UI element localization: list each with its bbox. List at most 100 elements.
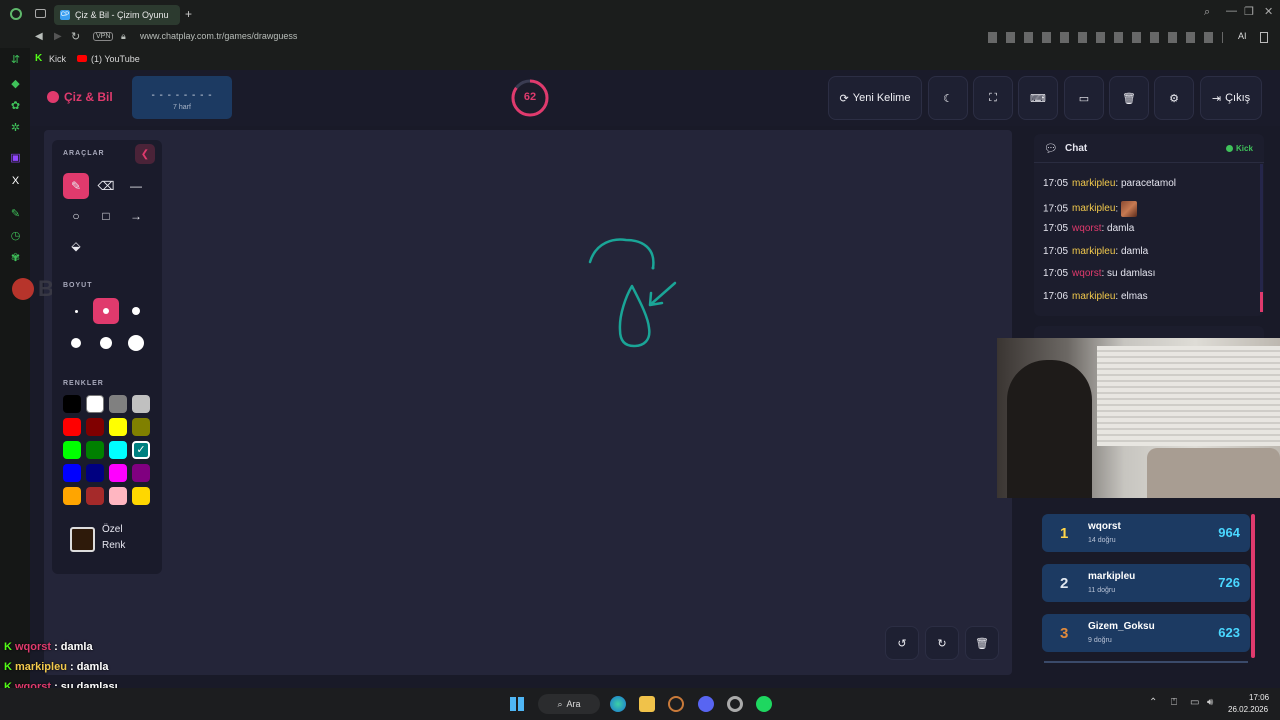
- browser-logo-icon[interactable]: [10, 8, 22, 20]
- chat-username[interactable]: markipleu: [1072, 291, 1115, 302]
- color-swatch[interactable]: [63, 487, 81, 505]
- sidebar-app-icon[interactable]: ✲: [9, 122, 22, 135]
- size-3-button[interactable]: [123, 298, 149, 324]
- fullscreen-button[interactable]: ⛶: [973, 76, 1013, 120]
- color-swatch[interactable]: [132, 487, 150, 505]
- fill-tool[interactable]: ⬙: [63, 233, 89, 259]
- leaderboard-scrollbar[interactable]: [1251, 514, 1255, 658]
- dark-mode-button[interactable]: ☾: [928, 76, 968, 120]
- chat-username[interactable]: wqorst: [1072, 268, 1101, 279]
- color-swatch[interactable]: [86, 441, 104, 459]
- network-icon[interactable]: ▭: [1190, 697, 1199, 708]
- collapse-panel-button[interactable]: ❮: [135, 144, 155, 164]
- colors-section-label: RENKLER: [63, 380, 104, 387]
- color-swatch[interactable]: [63, 418, 81, 436]
- exit-button[interactable]: ⇥ Çıkış: [1200, 76, 1262, 120]
- drawing-canvas[interactable]: [44, 130, 1012, 675]
- taskbar-search[interactable]: ⌕ Ara: [538, 694, 600, 714]
- microphone-icon[interactable]: ⍞: [1171, 697, 1177, 708]
- clock-time[interactable]: 17:06: [1249, 693, 1269, 702]
- back-icon[interactable]: ◀: [35, 31, 43, 42]
- maximize-icon[interactable]: ❐: [1244, 5, 1254, 18]
- forward-icon[interactable]: ▶: [54, 31, 62, 42]
- circle-tool[interactable]: ○: [63, 203, 89, 229]
- settings-button[interactable]: ⚙: [1154, 76, 1194, 120]
- rectangle-tool[interactable]: □: [93, 203, 119, 229]
- size-2-button[interactable]: [93, 298, 119, 324]
- color-swatch[interactable]: ✓: [132, 441, 150, 459]
- clear-canvas-button[interactable]: 🗑︎: [965, 626, 999, 660]
- search-icon[interactable]: ⌕: [1204, 6, 1210, 19]
- size-5-button[interactable]: [93, 330, 119, 356]
- chat-input-area[interactable]: [1034, 326, 1264, 338]
- x-icon[interactable]: X: [9, 175, 22, 188]
- chat-username[interactable]: markipleu: [1072, 178, 1115, 189]
- size-4-button[interactable]: [63, 330, 89, 356]
- new-word-button[interactable]: ⟳ Yeni Kelime: [828, 76, 922, 120]
- sidebar-tool-icon[interactable]: ⇵: [9, 54, 22, 67]
- chrome-icon[interactable]: [727, 696, 743, 712]
- minimize-icon[interactable]: —: [1226, 5, 1237, 17]
- clock-date[interactable]: 26.02.2026: [1228, 705, 1268, 714]
- twitch-icon[interactable]: ▣: [9, 152, 22, 165]
- color-swatch[interactable]: [109, 487, 127, 505]
- archive-button[interactable]: ▭: [1064, 76, 1104, 120]
- redo-button[interactable]: ↻: [925, 626, 959, 660]
- color-swatch[interactable]: [63, 464, 81, 482]
- color-swatch[interactable]: [86, 418, 104, 436]
- chat-scroll-thumb[interactable]: [1260, 292, 1263, 312]
- color-swatch[interactable]: [63, 395, 81, 413]
- volume-icon[interactable]: 🔊︎: [1207, 697, 1213, 708]
- color-swatch[interactable]: [109, 418, 127, 436]
- chat-message: 17:05 markipleu: damla: [1043, 246, 1148, 257]
- new-tab-icon[interactable]: +: [185, 7, 192, 21]
- bookmark-youtube[interactable]: (1) YouTube: [91, 54, 140, 64]
- sidebar-app-icon[interactable]: ✎: [9, 208, 22, 221]
- browser-tab[interactable]: CP Çiz & Bil - Çizim Oyunu: [54, 5, 180, 25]
- discord-icon[interactable]: [698, 696, 714, 712]
- sidebar-app-icon[interactable]: ◆: [9, 78, 22, 91]
- keyboard-button[interactable]: ⌨: [1018, 76, 1058, 120]
- opera-gx-icon[interactable]: [668, 696, 684, 712]
- spotify-icon[interactable]: [756, 696, 772, 712]
- reload-icon[interactable]: ↻: [71, 30, 80, 43]
- brush-tool[interactable]: ✎: [63, 173, 89, 199]
- sidebar-app-icon[interactable]: ✾: [9, 252, 22, 265]
- vpn-badge[interactable]: VPN: [93, 32, 114, 41]
- eraser-tool[interactable]: ⌫: [93, 173, 119, 199]
- chat-username[interactable]: markipleu: [1072, 203, 1115, 214]
- color-swatch[interactable]: [109, 441, 127, 459]
- color-swatch[interactable]: [109, 464, 127, 482]
- bookmark-kick[interactable]: Kick: [49, 54, 66, 64]
- sidebar-toggle-icon[interactable]: [1260, 32, 1268, 43]
- tray-chevron-icon[interactable]: ⌃: [1149, 697, 1157, 708]
- undo-button[interactable]: ↺: [885, 626, 919, 660]
- clock-icon[interactable]: ◷: [9, 230, 22, 243]
- color-swatch[interactable]: [132, 418, 150, 436]
- chat-username[interactable]: markipleu: [1072, 246, 1115, 257]
- line-tool[interactable]: —: [123, 173, 149, 199]
- chat-scrollbar[interactable]: [1260, 164, 1263, 312]
- close-icon[interactable]: ✕: [1264, 5, 1273, 18]
- color-swatch[interactable]: [132, 464, 150, 482]
- arrow-tool[interactable]: →: [123, 203, 149, 229]
- color-swatch[interactable]: [86, 395, 104, 413]
- windows-start-icon[interactable]: [510, 697, 524, 711]
- folder-icon[interactable]: [639, 696, 655, 712]
- color-swatch[interactable]: [109, 395, 127, 413]
- tabs-icon[interactable]: [35, 9, 46, 18]
- sidebar-app-icon[interactable]: ✿: [9, 100, 22, 113]
- extensions-icons[interactable]: [988, 32, 1223, 43]
- color-swatch[interactable]: [86, 487, 104, 505]
- delete-button[interactable]: 🗑︎: [1109, 76, 1149, 120]
- color-swatch[interactable]: [132, 395, 150, 413]
- color-swatch[interactable]: [86, 464, 104, 482]
- chat-username[interactable]: wqorst: [1072, 223, 1101, 234]
- size-6-button[interactable]: [123, 330, 149, 356]
- color-swatch[interactable]: [63, 441, 81, 459]
- edge-icon[interactable]: [610, 696, 626, 712]
- size-1-button[interactable]: [63, 298, 89, 324]
- ai-button[interactable]: AI: [1238, 31, 1247, 41]
- custom-color-swatch[interactable]: [70, 527, 95, 552]
- url-field[interactable]: www.chatplay.com.tr/games/drawguess: [140, 31, 440, 41]
